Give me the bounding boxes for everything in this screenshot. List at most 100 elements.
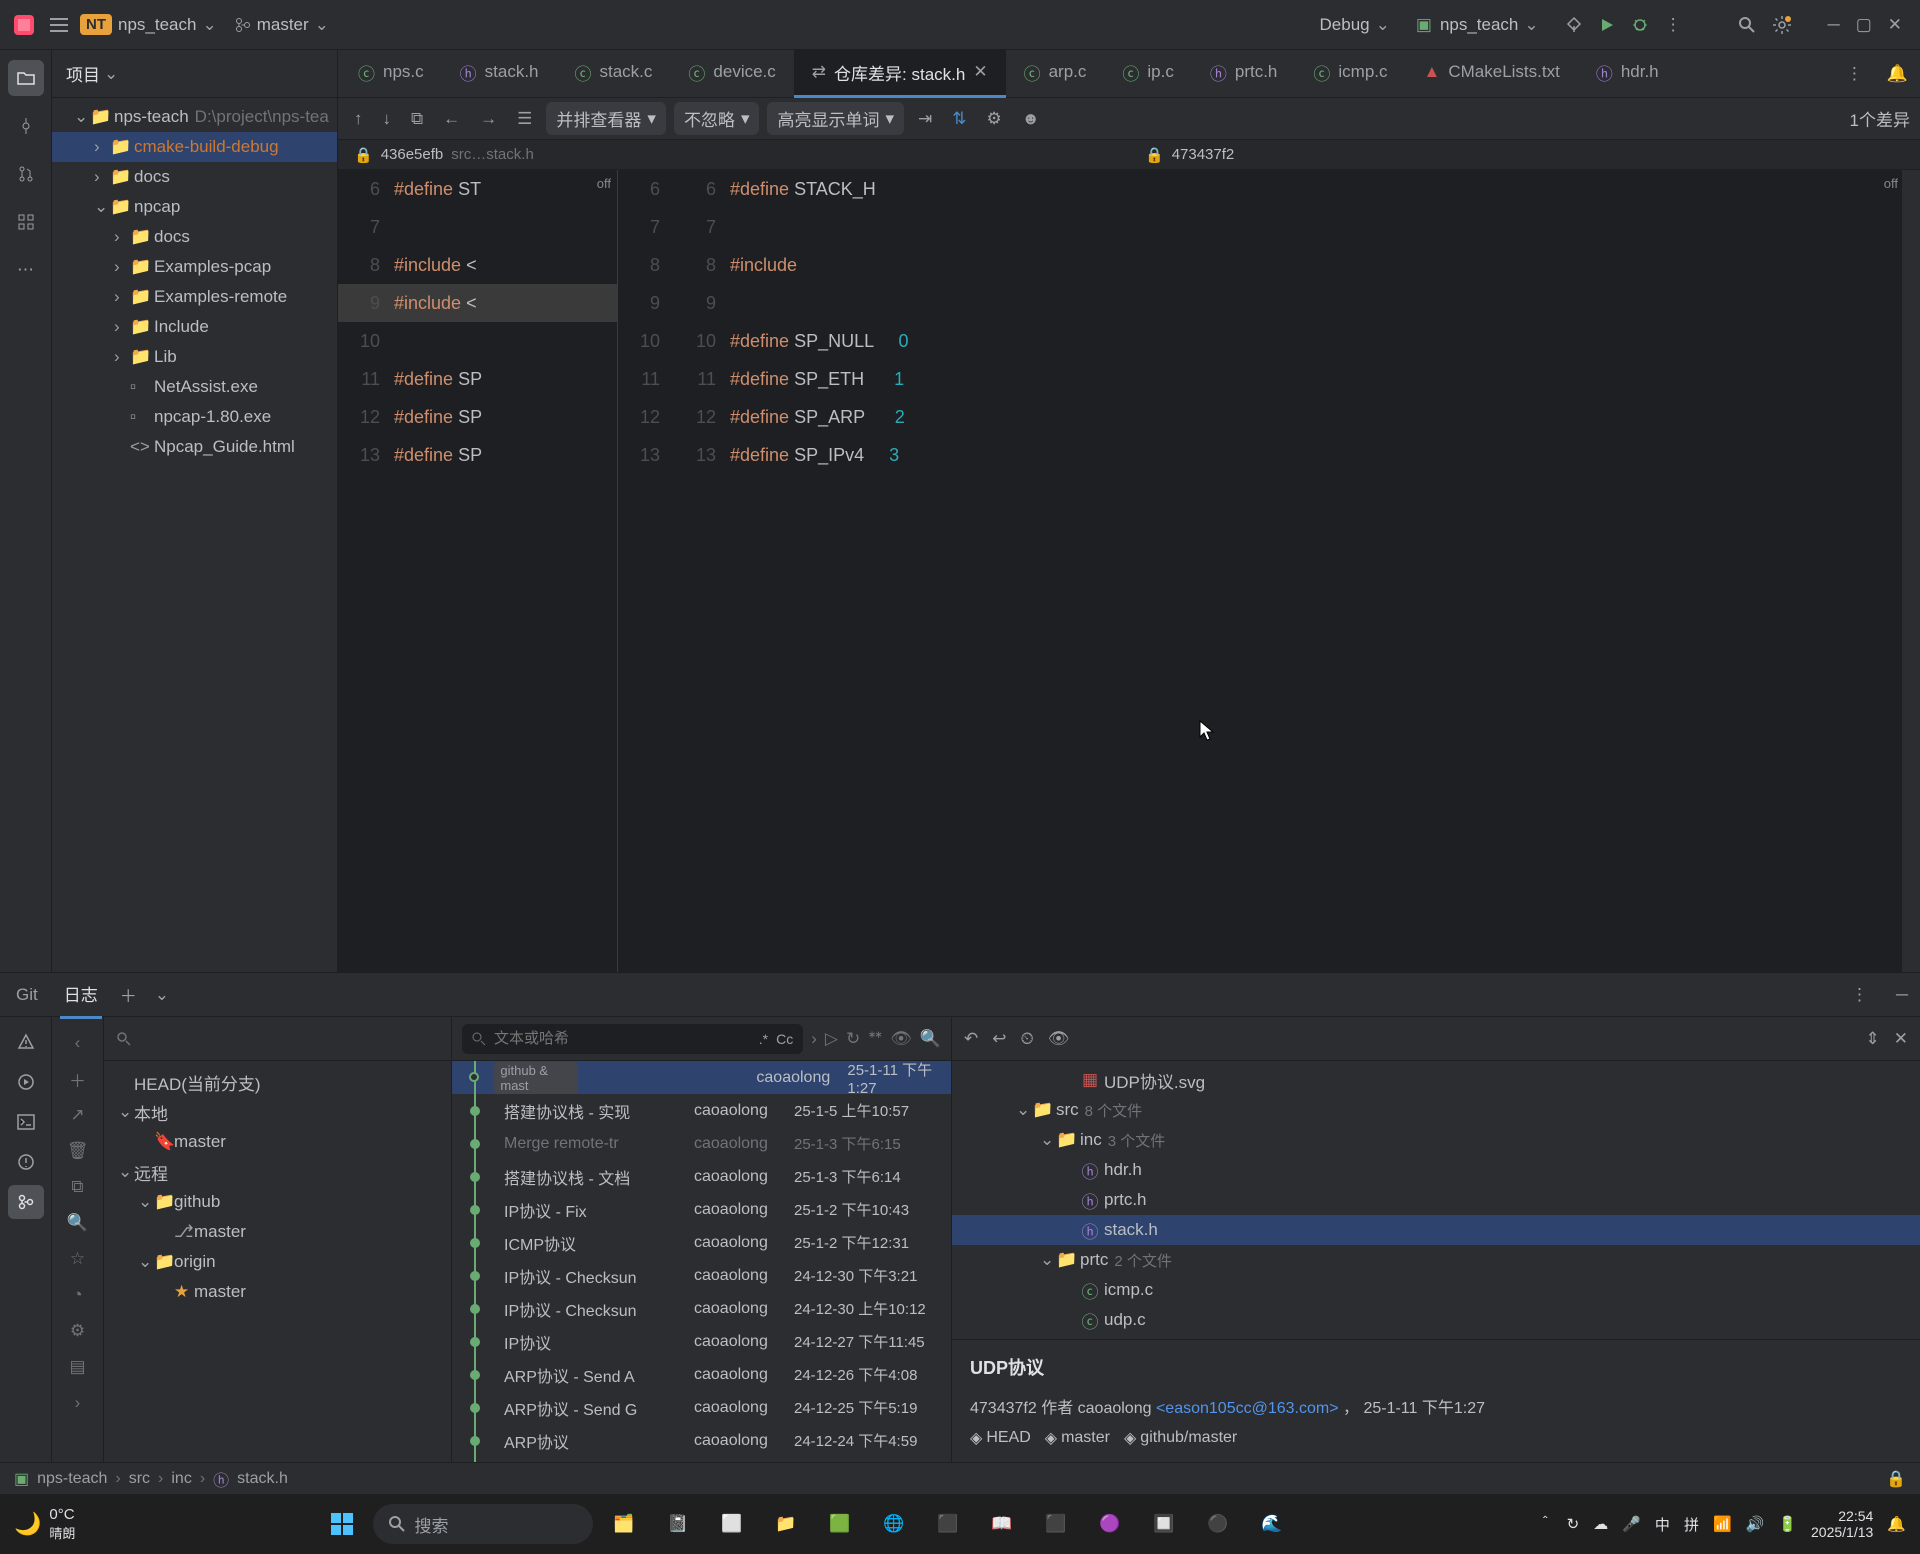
ignore-select[interactable]: 不忽略▾ bbox=[674, 102, 760, 135]
lock-status-icon[interactable]: 🔒 bbox=[1886, 1469, 1906, 1489]
vs-icon[interactable]: 🟣 bbox=[1087, 1501, 1133, 1547]
volume-icon[interactable]: 🔊 bbox=[1746, 1515, 1765, 1533]
layout-icon[interactable]: ▤ bbox=[60, 1349, 96, 1385]
diff-code-view[interactable]: off6#define ST78#include <9#include <101… bbox=[338, 170, 1920, 972]
changed-file-row[interactable]: ⌄📁inc3 个文件 bbox=[952, 1125, 1920, 1155]
run-target[interactable]: nps_teach bbox=[1440, 15, 1518, 35]
battery-icon[interactable]: 🔋 bbox=[1778, 1515, 1797, 1533]
collapse-left-icon[interactable]: ‹ bbox=[60, 1025, 96, 1061]
editor-tab[interactable]: ⓗhdr.h bbox=[1578, 50, 1677, 98]
system-tray[interactable]: ＾ ↻ ☁ 🎤 中 拼 📶 🔊 🔋 22:542025/1/13 🔔 bbox=[1538, 1508, 1906, 1540]
commit-row[interactable]: IP协议 - Checksuncaoaolong24-12-30 上午10:12 bbox=[452, 1292, 951, 1325]
close-tab-icon[interactable]: ✕ bbox=[973, 62, 987, 82]
link-icon[interactable]: ⧉ bbox=[405, 105, 429, 133]
viewer-mode-select[interactable]: 并排查看器▾ bbox=[546, 102, 666, 135]
commit-search-input[interactable] bbox=[494, 1030, 751, 1047]
history-icon[interactable]: ⏲ bbox=[1021, 1029, 1034, 1049]
branches-tree[interactable]: HEAD(当前分支) ⌄本地 🔖master ⌄远程 ⌄📁github ⎇mas… bbox=[104, 1061, 451, 1462]
ime-indicator[interactable]: 中 bbox=[1655, 1514, 1670, 1535]
chevron-down-icon[interactable]: ⌄ bbox=[104, 64, 118, 84]
changed-file-row[interactable]: ▦UDP协议.svg bbox=[952, 1065, 1920, 1095]
settings-small-icon[interactable]: ⚙ bbox=[981, 105, 1008, 133]
services-icon[interactable] bbox=[8, 1065, 44, 1099]
taskbar-app[interactable]: 📓 bbox=[655, 1501, 701, 1547]
changed-file-row[interactable]: ⓗhdr.h bbox=[952, 1155, 1920, 1185]
expand-icon[interactable]: › bbox=[811, 1029, 817, 1049]
changed-file-row[interactable]: ⌄📁src8 个文件 bbox=[952, 1095, 1920, 1125]
remote-origin[interactable]: origin bbox=[174, 1252, 216, 1272]
tree-row[interactable]: ▫npcap-1.80.exe bbox=[52, 402, 337, 432]
git-tab[interactable]: Git bbox=[12, 975, 42, 1015]
settings-icon[interactable] bbox=[1772, 15, 1792, 35]
prev-diff-icon[interactable]: ↑ bbox=[348, 105, 369, 133]
branch-origin-master[interactable]: master bbox=[194, 1282, 246, 1302]
taskbar-app[interactable]: ⚫ bbox=[1195, 1501, 1241, 1547]
project-name[interactable]: nps_teach bbox=[118, 15, 196, 35]
add-icon[interactable]: ＋ bbox=[60, 1061, 96, 1097]
more-tools-icon[interactable]: ⋯ bbox=[8, 252, 44, 288]
checkout-icon[interactable]: ↗ bbox=[60, 1097, 96, 1133]
hide-panel-icon[interactable]: ─ bbox=[1896, 985, 1908, 1005]
commit-row[interactable]: 搭建协议栈 - 实现caoaolong25-1-5 上午10:57 bbox=[452, 1094, 951, 1127]
commit-row[interactable]: ARP协议 - Send Gcaoaolong24-12-25 下午5:19 bbox=[452, 1391, 951, 1424]
highlight-select[interactable]: 高亮显示单词▾ bbox=[767, 102, 904, 135]
weather-widget[interactable]: 🌙 0°C晴朗 bbox=[14, 1506, 75, 1542]
notifications-icon[interactable]: 🔔 bbox=[1875, 64, 1920, 84]
crumb[interactable]: src bbox=[129, 1470, 150, 1488]
commit-row[interactable]: ICMP协议caoaolong25-1-2 下午12:31 bbox=[452, 1226, 951, 1259]
editor-tab[interactable]: ⓒip.c bbox=[1104, 50, 1191, 98]
chevron-down-icon[interactable]: ⌄ bbox=[155, 985, 169, 1005]
preview-icon[interactable]: 👁 bbox=[1048, 1029, 1070, 1049]
tree-row[interactable]: ›📁cmake-build-debug bbox=[52, 132, 337, 162]
minimize-icon[interactable]: ─ bbox=[1828, 15, 1840, 35]
crumb[interactable]: nps-teach bbox=[37, 1470, 107, 1488]
taskbar-app[interactable]: 📖 bbox=[979, 1501, 1025, 1547]
undo-icon[interactable]: ↩ bbox=[992, 1029, 1006, 1049]
explorer-icon[interactable]: 📁 bbox=[763, 1501, 809, 1547]
editor-tab[interactable]: ▲CMakeLists.txt bbox=[1406, 50, 1578, 98]
tray-mic-icon[interactable]: 🎤 bbox=[1622, 1515, 1641, 1533]
tree-row[interactable]: ▫NetAssist.exe bbox=[52, 372, 337, 402]
pull-request-icon[interactable] bbox=[8, 156, 44, 192]
tree-row[interactable]: ⌄📁nps-teachD:\project\nps-tea bbox=[52, 102, 337, 132]
find-icon[interactable]: 🔍 bbox=[920, 1029, 941, 1049]
view-icon[interactable]: 👁 bbox=[890, 1029, 912, 1049]
list-icon[interactable]: ☰ bbox=[511, 105, 538, 133]
chrome-icon[interactable]: 🌐 bbox=[871, 1501, 917, 1547]
editor-tab[interactable]: ⓗprtc.h bbox=[1192, 50, 1296, 98]
back-icon[interactable]: ← bbox=[437, 105, 466, 133]
tree-row[interactable]: ›📁Lib bbox=[52, 342, 337, 372]
main-menu-icon[interactable] bbox=[50, 18, 68, 32]
branches-search[interactable] bbox=[104, 1017, 451, 1061]
commit-row[interactable]: ARP协议caoaolong24-12-24 下午4:59 bbox=[452, 1424, 951, 1457]
commit-row[interactable]: IP协议 - Checksuncaoaolong24-12-30 下午3:21 bbox=[452, 1259, 951, 1292]
more-icon[interactable]: ⋮ bbox=[1851, 985, 1868, 1005]
changed-file-row[interactable]: ⓗprtc.h bbox=[952, 1185, 1920, 1215]
commit-row[interactable]: IP协议caoaolong24-12-27 下午11:45 bbox=[452, 1325, 951, 1358]
taskbar-app[interactable]: 🌊 bbox=[1249, 1501, 1295, 1547]
branch-local-master[interactable]: master bbox=[174, 1132, 226, 1152]
expand-detail-icon[interactable]: ⇕ bbox=[1866, 1029, 1880, 1049]
tray-chevron-icon[interactable]: ＾ bbox=[1538, 1514, 1553, 1535]
editor-tab[interactable]: ⓒstack.c bbox=[557, 50, 671, 98]
case-toggle[interactable]: Cc bbox=[776, 1031, 793, 1047]
run-icon[interactable] bbox=[1599, 17, 1615, 33]
taskbar-app[interactable]: 🟩 bbox=[817, 1501, 863, 1547]
revert-icon[interactable]: ↶ bbox=[964, 1029, 978, 1049]
changed-file-row[interactable]: ⓗstack.h bbox=[952, 1215, 1920, 1245]
problems-icon[interactable] bbox=[8, 1145, 44, 1179]
git-icon[interactable] bbox=[8, 1185, 44, 1219]
changed-file-row[interactable]: ⓒicmp.c bbox=[952, 1275, 1920, 1305]
build-icon[interactable] bbox=[1565, 16, 1583, 34]
refresh-icon[interactable]: ↻ bbox=[846, 1029, 860, 1049]
tree-row[interactable]: ›📁docs bbox=[52, 162, 337, 192]
cherry-pick-icon[interactable]: ᕯ bbox=[868, 1029, 882, 1049]
search-icon[interactable] bbox=[1738, 16, 1756, 34]
branch-github-master[interactable]: master bbox=[194, 1222, 246, 1242]
ime-indicator[interactable]: 拼 bbox=[1684, 1514, 1699, 1535]
editor-tab[interactable]: ⓒnps.c bbox=[340, 50, 442, 98]
crumb[interactable]: stack.h bbox=[237, 1470, 288, 1488]
commit-row[interactable]: 搭建协议栈 - 文档caoaolong25-1-3 下午6:14 bbox=[452, 1160, 951, 1193]
star-icon[interactable]: ☆ bbox=[60, 1241, 96, 1277]
filter-icon[interactable]: ◔ bbox=[60, 1277, 96, 1313]
